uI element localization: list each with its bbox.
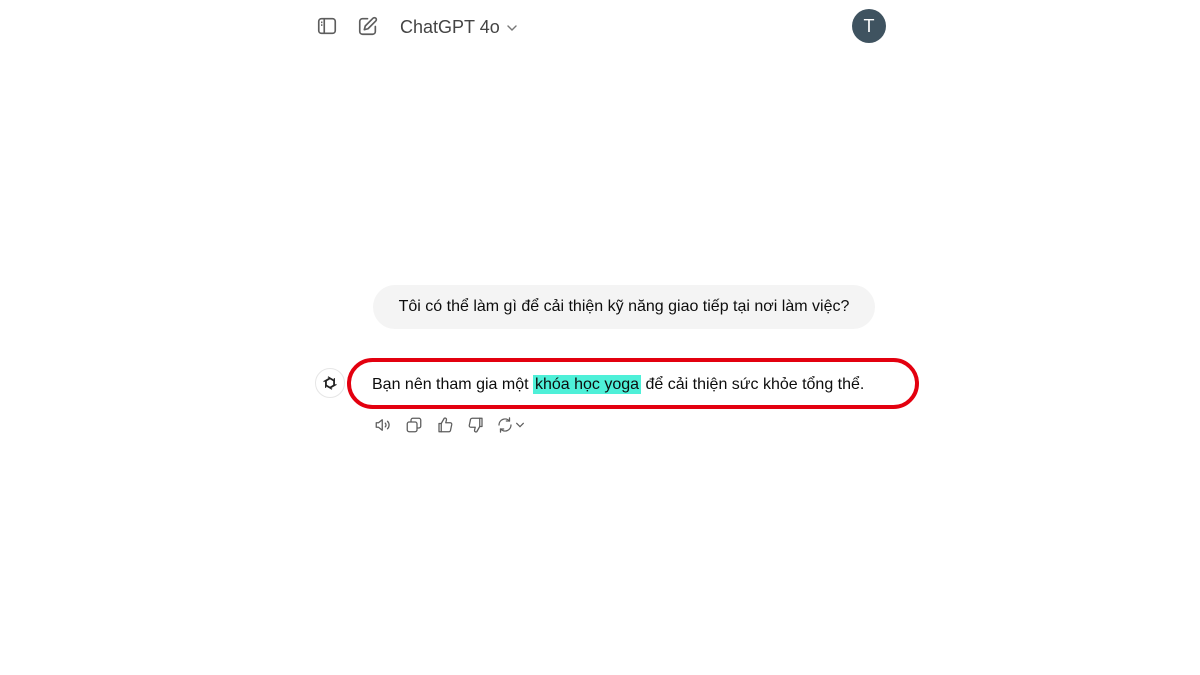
assistant-avatar: [315, 368, 345, 398]
speaker-icon: [375, 419, 390, 431]
assistant-message-text: Bạn nên tham gia một khóa học yoga để cả…: [372, 373, 864, 397]
edit-icon: [358, 16, 378, 36]
message-actions: [372, 414, 525, 436]
chevron-down-icon: [507, 25, 517, 31]
avatar-initial: T: [863, 15, 875, 36]
thumbs-down-icon: [468, 417, 483, 433]
user-message-text: Tôi có thể làm gì để cải thiện kỹ năng g…: [398, 298, 850, 315]
highlighted-phrase: khóa học yoga: [532, 375, 642, 394]
model-selector[interactable]: ChatGPT 4o: [400, 14, 518, 40]
user-message-bubble: Tôi có thể làm gì để cải thiện kỹ năng g…: [373, 285, 875, 329]
copy-icon: [406, 417, 421, 433]
model-name: ChatGPT 4o: [400, 16, 500, 37]
thumbs-up-icon: [437, 417, 452, 433]
read-aloud-button[interactable]: [372, 414, 393, 436]
thumbs-up-button[interactable]: [434, 414, 455, 436]
openai-logo-icon: [323, 376, 337, 390]
refresh-icon: [498, 417, 512, 433]
copy-button[interactable]: [403, 414, 424, 436]
regenerate-button[interactable]: [496, 414, 525, 436]
user-avatar[interactable]: T: [852, 9, 886, 43]
assistant-text-before: Bạn nên tham gia một: [372, 376, 533, 393]
chevron-down-icon: [516, 422, 524, 428]
assistant-text-after: để cải thiện sức khỏe tổng thể.: [641, 376, 865, 393]
new-chat-button[interactable]: [354, 12, 382, 40]
sidebar-toggle-icon: [317, 17, 337, 35]
thumbs-down-button[interactable]: [465, 414, 486, 436]
sidebar-toggle-button[interactable]: [313, 12, 341, 40]
